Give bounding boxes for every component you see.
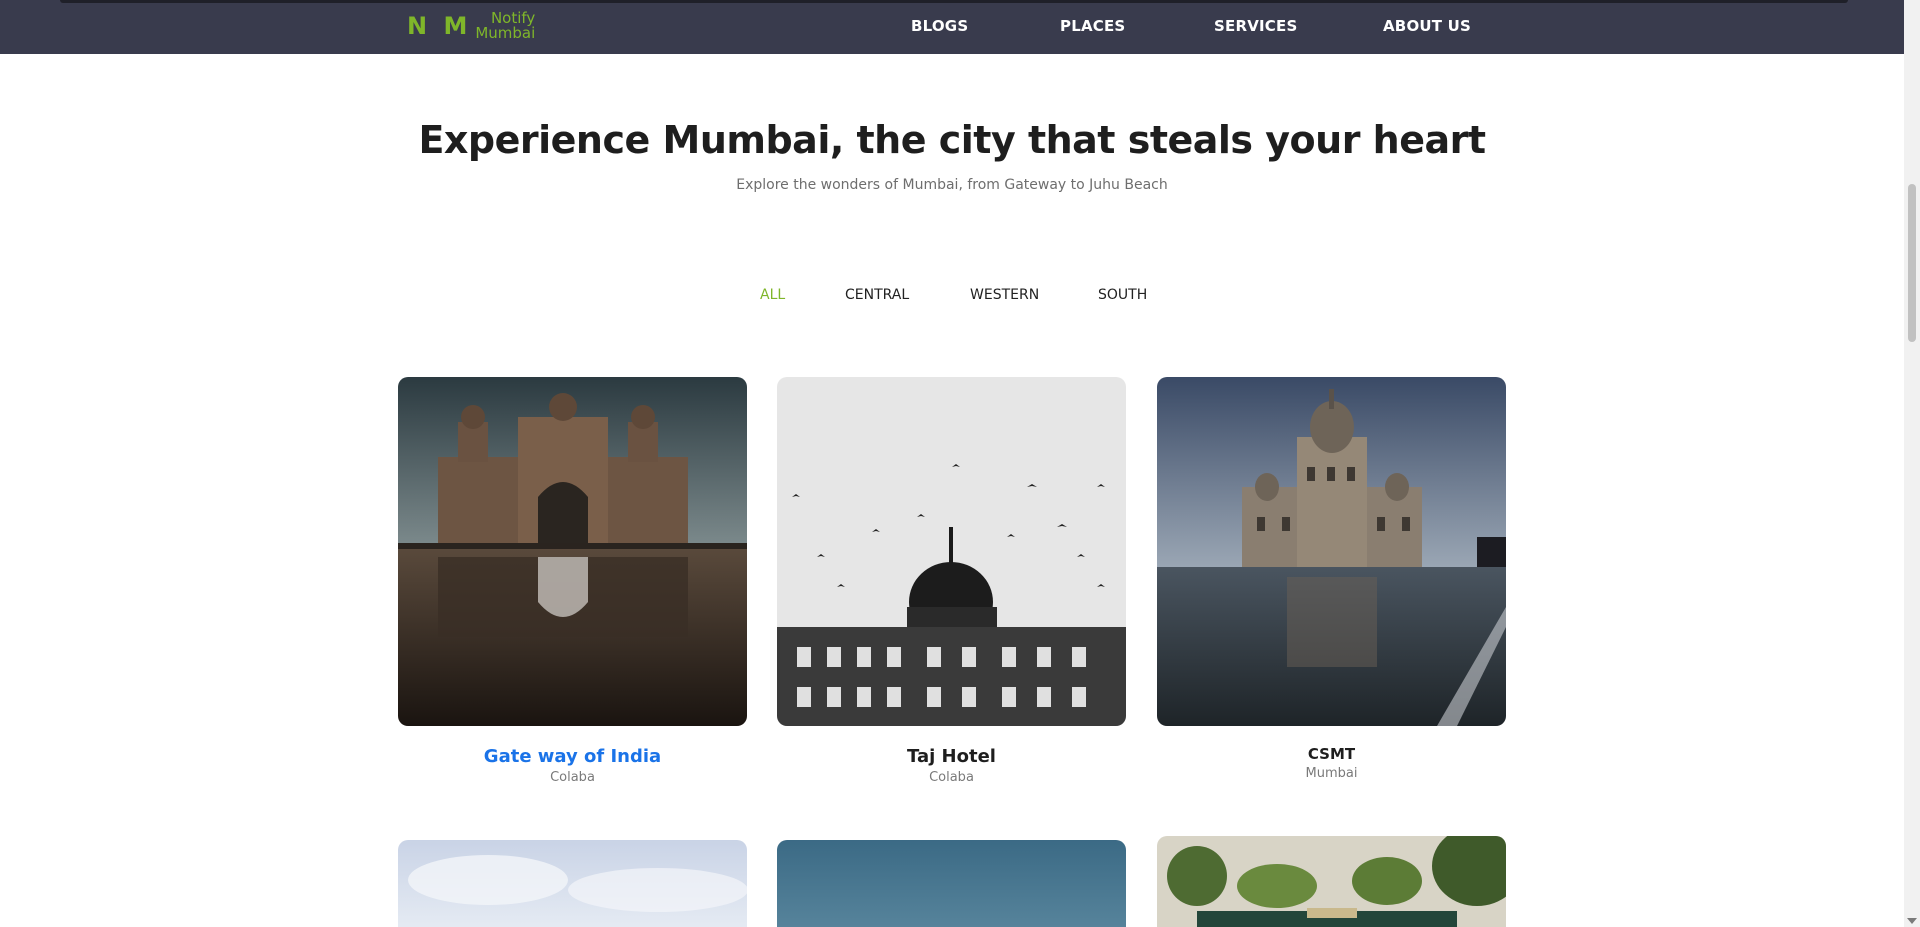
place-location: Colaba [550, 770, 595, 785]
page-scrollbar[interactable] [1904, 0, 1920, 927]
navbar-edge [60, 0, 1848, 3]
place-card-image[interactable] [398, 840, 747, 927]
top-navbar: N M Notify Mumbai BLOGS PLACES SERVICES … [0, 0, 1904, 54]
page-subtitle: Explore the wonders of Mumbai, from Gate… [736, 177, 1168, 193]
place-title[interactable]: Taj Hotel [777, 746, 1126, 767]
filter-tab-all[interactable]: ALL [760, 287, 785, 303]
gateway-photo [398, 377, 747, 726]
nav-link-about-us[interactable]: ABOUT US [1383, 17, 1471, 35]
taj-hotel-image[interactable] [777, 377, 1126, 726]
scroll-down-arrow-icon[interactable] [1907, 918, 1917, 924]
scrollbar-thumb[interactable] [1908, 184, 1916, 342]
place-title[interactable]: Gate way of India [398, 746, 747, 767]
filter-tab-western[interactable]: WESTERN [970, 287, 1039, 303]
place-card-image[interactable] [1157, 836, 1506, 927]
filter-tab-south[interactable]: SOUTH [1098, 287, 1147, 303]
place-location: Mumbai [1305, 766, 1358, 781]
garden-photo [1157, 836, 1506, 927]
nav-link-places[interactable]: PLACES [1060, 17, 1125, 35]
sea-photo [777, 840, 1126, 927]
main-nav: BLOGS PLACES SERVICES ABOUT US [0, 17, 1904, 37]
csmt-photo [1157, 377, 1506, 726]
gateway-of-india-image[interactable] [398, 377, 747, 726]
sky-photo [398, 840, 747, 927]
region-filter-tabs: ALL CENTRAL WESTERN SOUTH [0, 287, 1904, 307]
page-title: Experience Mumbai, the city that steals … [418, 118, 1486, 162]
place-location: Colaba [929, 770, 974, 785]
taj-photo [777, 377, 1126, 726]
place-title[interactable]: CSMT [1157, 745, 1506, 763]
nav-link-blogs[interactable]: BLOGS [911, 17, 968, 35]
place-card-image[interactable] [777, 840, 1126, 927]
filter-tab-central[interactable]: CENTRAL [845, 287, 909, 303]
nav-link-services[interactable]: SERVICES [1214, 17, 1297, 35]
csmt-image[interactable] [1157, 377, 1506, 726]
